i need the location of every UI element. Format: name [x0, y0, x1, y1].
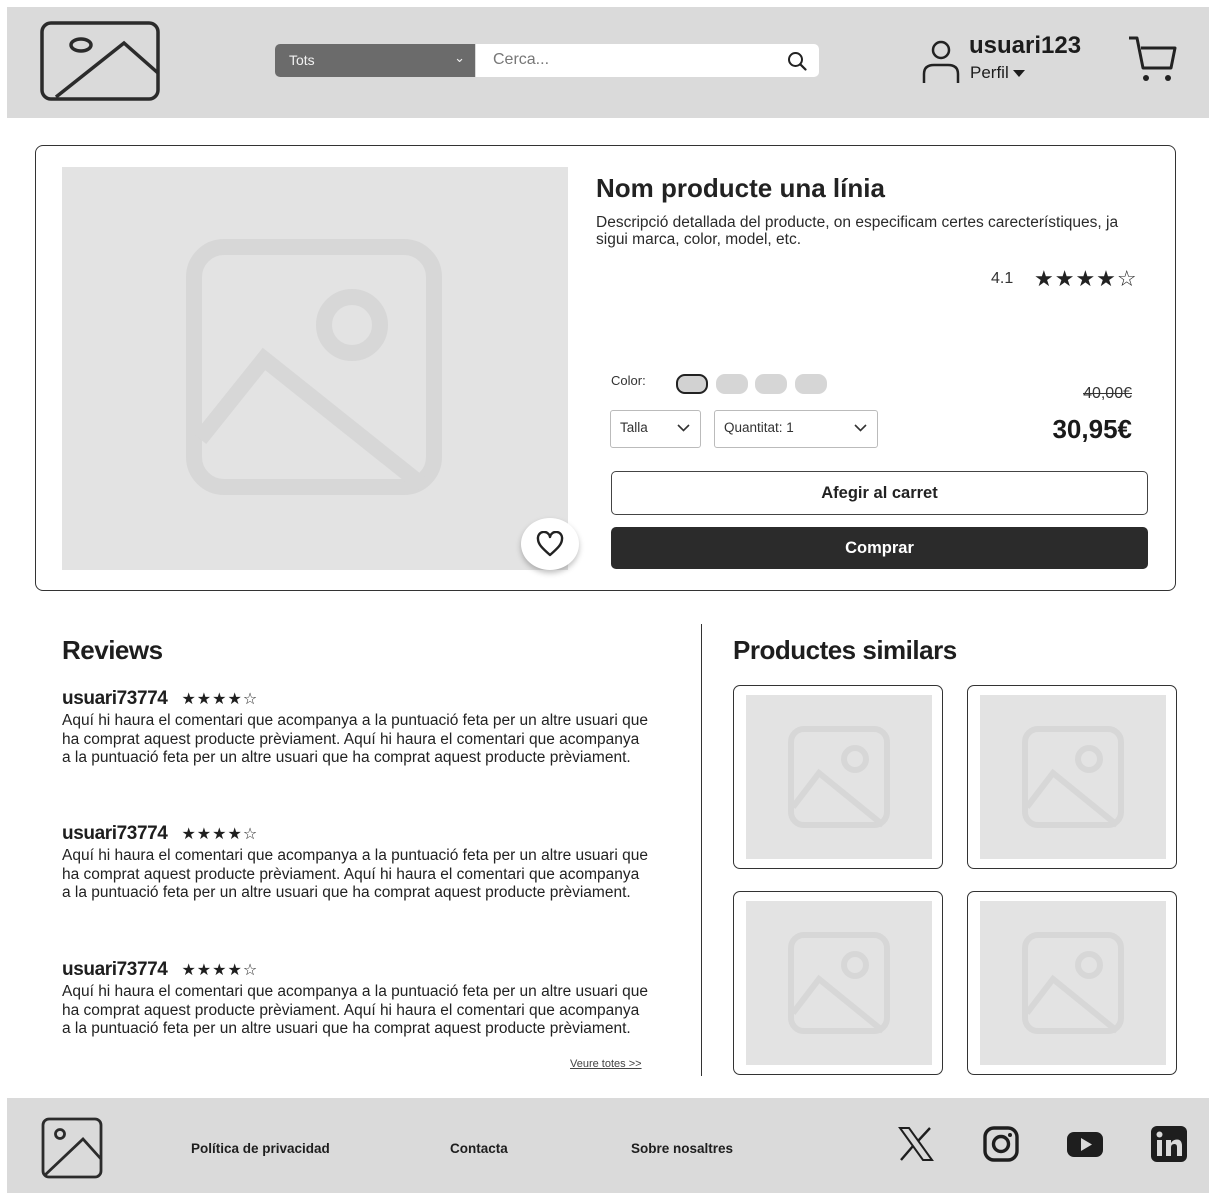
product-image [62, 167, 579, 570]
review-text: Aquí hi haura el comentari que acompanya… [62, 712, 648, 766]
buy-button[interactable]: Comprar [611, 527, 1148, 569]
site-header: Tots ⌄ Cerca... usuari123 Perfil [7, 7, 1209, 118]
footer-link-contact[interactable]: Contacta [450, 1141, 508, 1156]
search-input[interactable]: Cerca... [476, 44, 819, 77]
color-swatch-3[interactable] [755, 374, 787, 394]
similar-product-image [746, 901, 932, 1065]
search-placeholder: Cerca... [493, 51, 550, 68]
footer-link-about[interactable]: Sobre nosaltres [631, 1141, 733, 1156]
profile-label: Perfil [970, 63, 1009, 82]
product-description: Descripció detallada del producte, on es… [596, 214, 1119, 248]
username[interactable]: usuari123 [969, 32, 1081, 60]
size-select[interactable]: Talla [610, 410, 701, 448]
review-text: Aquí hi haura el comentari que acompanya… [62, 983, 648, 1037]
youtube-icon[interactable] [1066, 1125, 1104, 1163]
favorite-button[interactable] [521, 518, 579, 570]
see-all-reviews-link[interactable]: Veure totes >> [570, 1058, 642, 1070]
heart-icon [536, 531, 564, 557]
logo-image-placeholder-icon[interactable] [40, 21, 160, 101]
search-icon[interactable] [787, 51, 807, 71]
similar-product-image [746, 695, 932, 859]
image-placeholder-icon [1022, 726, 1124, 828]
profile-menu[interactable]: Perfil [970, 63, 1025, 83]
category-select[interactable]: Tots ⌄ [275, 44, 475, 77]
color-swatch-4[interactable] [795, 374, 827, 394]
product-card: Nom producte una línia Descripció detall… [35, 145, 1176, 591]
reviews-title: Reviews [62, 635, 163, 665]
color-swatch-2[interactable] [716, 374, 748, 394]
linkedin-icon[interactable] [1150, 1125, 1188, 1163]
review-item: usuari73774 ★★★★☆ Aquí hi haura el coment… [62, 823, 652, 903]
similar-product-image [980, 901, 1166, 1065]
chevron-down-icon [854, 424, 867, 432]
color-label: Color: [611, 373, 646, 388]
similar-product-card[interactable] [967, 685, 1177, 869]
footer-link-privacy[interactable]: Política de privacidad [191, 1141, 330, 1156]
category-select-value: Tots [289, 52, 315, 68]
price: 30,95€ [1052, 414, 1132, 444]
image-placeholder-icon [788, 726, 890, 828]
similar-product-image [980, 695, 1166, 859]
chevron-down-icon [677, 424, 690, 432]
product-title: Nom producte una línia [596, 173, 885, 203]
review-item: usuari73774 ★★★★☆ Aquí hi haura el coment… [62, 959, 652, 1039]
user-icon[interactable] [922, 40, 960, 84]
review-user[interactable]: usuari73774 [62, 688, 168, 709]
size-select-value: Talla [620, 420, 648, 435]
similar-products-title: Productes similars [733, 635, 957, 665]
product-rating-stars: ★★★★☆ [1034, 266, 1138, 291]
logo-image-placeholder-icon[interactable] [41, 1117, 103, 1179]
image-placeholder-icon [788, 932, 890, 1034]
caret-down-icon [1012, 70, 1025, 78]
quantity-select[interactable]: Quantitat: 1 [714, 410, 878, 448]
image-placeholder-icon [1022, 932, 1124, 1034]
review-stars: ★★★★☆ [181, 826, 259, 843]
color-swatch-1[interactable] [676, 374, 708, 394]
product-rating-value: 4.1 [991, 270, 1014, 287]
cart-icon[interactable] [1127, 34, 1179, 86]
section-divider [701, 624, 702, 1076]
review-stars: ★★★★☆ [181, 962, 259, 979]
similar-product-card[interactable] [733, 685, 943, 869]
review-user[interactable]: usuari73774 [62, 823, 168, 844]
add-to-cart-button[interactable]: Afegir al carret [611, 471, 1148, 515]
similar-product-card[interactable] [733, 891, 943, 1075]
image-placeholder-icon [186, 239, 442, 495]
x-icon[interactable] [897, 1125, 935, 1163]
chevron-down-icon: ⌄ [454, 50, 465, 65]
site-footer: Política de privacidad Contacta Sobre no… [7, 1098, 1209, 1193]
review-item: usuari73774 ★★★★☆ Aquí hi haura el coment… [62, 688, 652, 768]
review-stars: ★★★★☆ [181, 691, 259, 708]
similar-product-card[interactable] [967, 891, 1177, 1075]
review-user[interactable]: usuari73774 [62, 959, 168, 980]
instagram-icon[interactable] [982, 1125, 1020, 1163]
review-text: Aquí hi haura el comentari que acompanya… [62, 847, 648, 901]
quantity-select-value: Quantitat: 1 [724, 420, 794, 435]
old-price: 40,00€ [1083, 385, 1132, 402]
